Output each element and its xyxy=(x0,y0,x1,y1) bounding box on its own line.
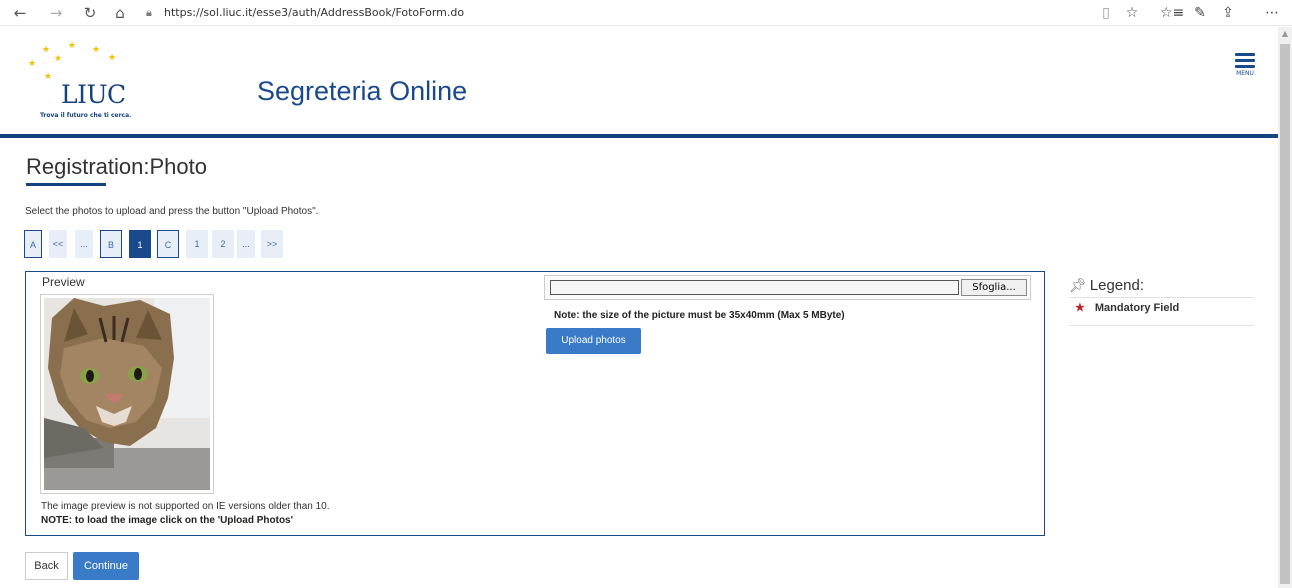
step-first[interactable]: << xyxy=(49,230,67,258)
more-icon[interactable]: ⋯ xyxy=(1262,3,1282,23)
preview-upload-note: NOTE: to load the image click on the 'Up… xyxy=(41,515,293,526)
browser-toolbar: ← → ↻ ⌂ 🔒︎ https://sol.liuc.it/esse3/auth… xyxy=(0,0,1292,26)
menu-button[interactable]: MENU xyxy=(1232,50,1258,84)
favorite-star-icon[interactable]: ☆ xyxy=(1122,3,1142,23)
logo-star: ★ xyxy=(28,59,37,69)
hamburger-icon xyxy=(1235,65,1255,68)
scrollbar-thumb[interactable] xyxy=(1280,44,1290,584)
address-bar[interactable]: 🔒︎ https://sol.liuc.it/esse3/auth/Address… xyxy=(146,3,1248,23)
preview-support-note: The image preview is not supported on IE… xyxy=(41,501,330,512)
step-last[interactable]: >> xyxy=(261,230,283,258)
logo-star: ★ xyxy=(68,41,77,51)
step-b[interactable]: B xyxy=(100,230,122,258)
logo-star: ★ xyxy=(54,54,63,64)
back-button[interactable]: Back xyxy=(25,552,68,580)
continue-button[interactable]: Continue xyxy=(73,552,139,580)
pushpin-icon: 📌︎ xyxy=(1069,277,1087,293)
step-ellipsis: ... xyxy=(75,230,93,258)
address-url: https://sol.liuc.it/esse3/auth/AddressBo… xyxy=(164,6,465,19)
preview-label: Preview xyxy=(42,275,85,289)
page-title: Registration:Photo xyxy=(26,154,207,179)
home-icon[interactable]: ⌂ xyxy=(110,4,130,22)
legend-title: Legend: xyxy=(1089,277,1145,294)
step-c[interactable]: C xyxy=(157,230,179,258)
photo-size-note: Note: the size of the picture must be 35… xyxy=(554,310,845,321)
step-2[interactable]: 2 xyxy=(212,230,234,258)
logo-text: LIUC xyxy=(61,80,126,109)
logo-star: ★ xyxy=(42,45,51,55)
hamburger-icon xyxy=(1235,53,1255,56)
step-a[interactable]: A xyxy=(24,230,42,258)
liuc-logo[interactable]: ★ ★ ★ ★ ★ ★ ★ LIUC Trova il futuro che t… xyxy=(24,40,164,124)
mandatory-star-icon: ★ xyxy=(1075,302,1085,314)
lock-icon: 🔒︎ xyxy=(146,6,152,19)
scroll-up-icon[interactable]: ▲ xyxy=(1278,27,1292,41)
step-1[interactable]: 1 xyxy=(186,230,208,258)
photo-preview xyxy=(40,294,214,494)
file-path-input[interactable] xyxy=(550,280,959,295)
refresh-icon[interactable]: ↻ xyxy=(80,4,100,22)
title-underline xyxy=(26,183,106,186)
step-current[interactable]: 1 xyxy=(129,230,151,258)
file-picker: Sfoglia... xyxy=(544,275,1031,300)
instructions-text: Select the photos to upload and press th… xyxy=(25,206,319,217)
logo-tagline: Trova il futuro che ti cerca. xyxy=(40,112,132,119)
favorites-list-icon[interactable]: ☆≡ xyxy=(1160,3,1184,23)
browse-button[interactable]: Sfoglia... xyxy=(961,279,1027,296)
back-arrow-icon[interactable]: ← xyxy=(10,4,30,22)
legend-panel: 📌︎ Legend: ★ Mandatory Field xyxy=(1069,272,1254,326)
forward-arrow-icon[interactable]: → xyxy=(46,4,66,22)
photo-upload-panel: Preview The image preview is not support… xyxy=(25,271,1045,536)
upload-photos-button[interactable]: Upload photos xyxy=(546,328,641,354)
cat-photo xyxy=(44,298,210,490)
legend-mandatory-row: ★ Mandatory Field xyxy=(1069,298,1254,326)
site-title: Segreteria Online xyxy=(257,76,468,106)
legend-header: 📌︎ Legend: xyxy=(1069,272,1254,298)
logo-star: ★ xyxy=(92,45,101,55)
pen-icon[interactable]: ✎ xyxy=(1190,3,1210,23)
mandatory-field-label: Mandatory Field xyxy=(1094,302,1180,314)
header-divider xyxy=(0,134,1278,138)
logo-star: ★ xyxy=(108,53,117,63)
hamburger-icon xyxy=(1235,59,1255,62)
logo-star: ★ xyxy=(44,72,53,82)
reading-view-icon[interactable]: ▯ xyxy=(1096,3,1116,23)
menu-label: MENU xyxy=(1236,70,1254,77)
share-icon[interactable]: ⇪ xyxy=(1218,3,1238,23)
step-ellipsis: ... xyxy=(237,230,255,258)
